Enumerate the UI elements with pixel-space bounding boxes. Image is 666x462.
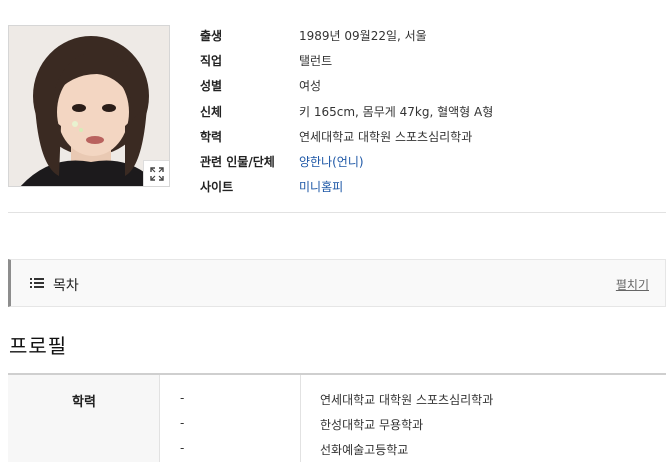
info-label: 출생 [200, 29, 223, 44]
homepage-link[interactable]: 미니홈피 [299, 178, 343, 195]
table-row: - 연세대학교 대학원 스포츠심리학과 [160, 387, 666, 412]
section-title: 프로필 [9, 334, 68, 358]
info-label: 신체 [200, 104, 223, 119]
info-label: 학력 [200, 129, 223, 144]
info-row-related: 관련 인물/단체 양한나(언니) [200, 149, 493, 174]
profile-info-list: 출생 1989년 09월22일, 서울 직업 탤런트 성별 여성 신체 키 16… [200, 23, 493, 199]
divider [8, 212, 666, 213]
education-label-cell: 학력 [8, 375, 160, 462]
expand-icon [149, 166, 164, 181]
info-value: 연세대학교 대학원 스포츠심리학과 [299, 129, 473, 144]
info-label: 성별 [200, 79, 223, 94]
education-school: 연세대학교 대학원 스포츠심리학과 [320, 393, 494, 407]
info-row-gender: 성별 여성 [200, 73, 493, 98]
list-icon [30, 278, 44, 288]
education-period: - [180, 391, 185, 405]
table-row: - 한성대학교 무용학과 [160, 412, 666, 437]
related-person-link[interactable]: 양한나(언니) [299, 153, 364, 170]
toc-title: 목차 [53, 278, 79, 294]
info-value: 키 165cm, 몸무게 47kg, 혈액형 A형 [299, 104, 494, 119]
info-value: 여성 [299, 79, 322, 94]
info-row-site: 사이트 미니홈피 [200, 174, 493, 199]
info-row-birth: 출생 1989년 09월22일, 서울 [200, 23, 493, 48]
education-school: 한성대학교 무용학과 [320, 418, 424, 432]
info-label: 직업 [200, 54, 223, 69]
info-value: 1989년 09월22일, 서울 [299, 29, 427, 44]
info-row-education: 학력 연세대학교 대학원 스포츠심리학과 [200, 124, 493, 149]
profile-photo[interactable] [8, 25, 170, 187]
education-school: 선화예술고등학교 [320, 443, 409, 457]
education-period: - [180, 441, 185, 455]
education-period: - [180, 416, 185, 430]
table-of-contents: 목차 펼치기 [8, 259, 666, 307]
info-label: 관련 인물/단체 [200, 155, 275, 170]
education-table: 학력 - 연세대학교 대학원 스포츠심리학과 - 한성대학교 무용학과 - 선화… [8, 373, 666, 462]
info-label: 사이트 [200, 180, 234, 195]
info-value: 탤런트 [299, 54, 333, 69]
table-row: - 선화예술고등학교 [160, 437, 666, 462]
info-row-body: 신체 키 165cm, 몸무게 47kg, 혈액형 A형 [200, 99, 493, 124]
toc-expand-link[interactable]: 펼치기 [616, 276, 649, 293]
expand-photo-button[interactable] [143, 160, 169, 186]
info-row-occupation: 직업 탤런트 [200, 48, 493, 73]
education-label: 학력 [72, 395, 96, 410]
